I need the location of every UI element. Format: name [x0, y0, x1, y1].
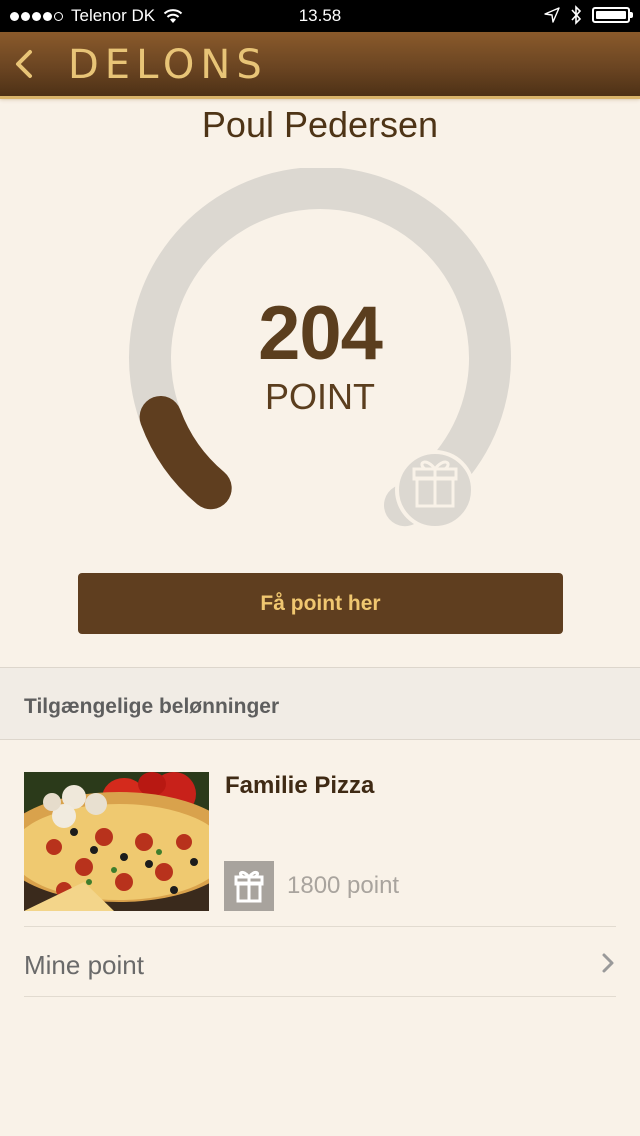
reward-list-item[interactable]: Familie Pizza 1800 point: [24, 772, 616, 912]
my-points-label: Mine point: [24, 950, 144, 980]
navigation-bar: DELONS: [0, 32, 640, 99]
status-bar: Telenor DK 13.58: [0, 0, 640, 32]
rewards-section-title: Tilgængelige belønninger: [24, 695, 280, 718]
rewards-section-header: Tilgængelige belønninger: [0, 667, 640, 740]
my-points-row[interactable]: Mine point: [24, 930, 616, 996]
gauge-gift-icon: [395, 450, 475, 530]
battery-icon: [592, 7, 633, 23]
back-chevron-icon[interactable]: [10, 46, 40, 82]
bluetooth-icon: [571, 5, 582, 25]
pizza-image: [24, 772, 209, 911]
reward-gift-icon: [224, 861, 274, 911]
get-points-button[interactable]: Få point her: [78, 573, 563, 634]
app-logo: DELONS: [68, 42, 268, 88]
reward-title: Familie Pizza: [225, 772, 375, 799]
points-value: 204: [258, 291, 383, 376]
gauge-progress: [139, 396, 232, 510]
divider: [24, 926, 616, 927]
points-unit-label: POINT: [264, 376, 375, 417]
chevron-right-icon: [602, 953, 614, 973]
status-right: [544, 5, 633, 25]
divider: [24, 996, 616, 997]
location-arrow-icon: [544, 7, 560, 23]
user-name: Poul Pedersen: [201, 104, 439, 145]
reward-cost: 1800 point: [287, 872, 400, 899]
